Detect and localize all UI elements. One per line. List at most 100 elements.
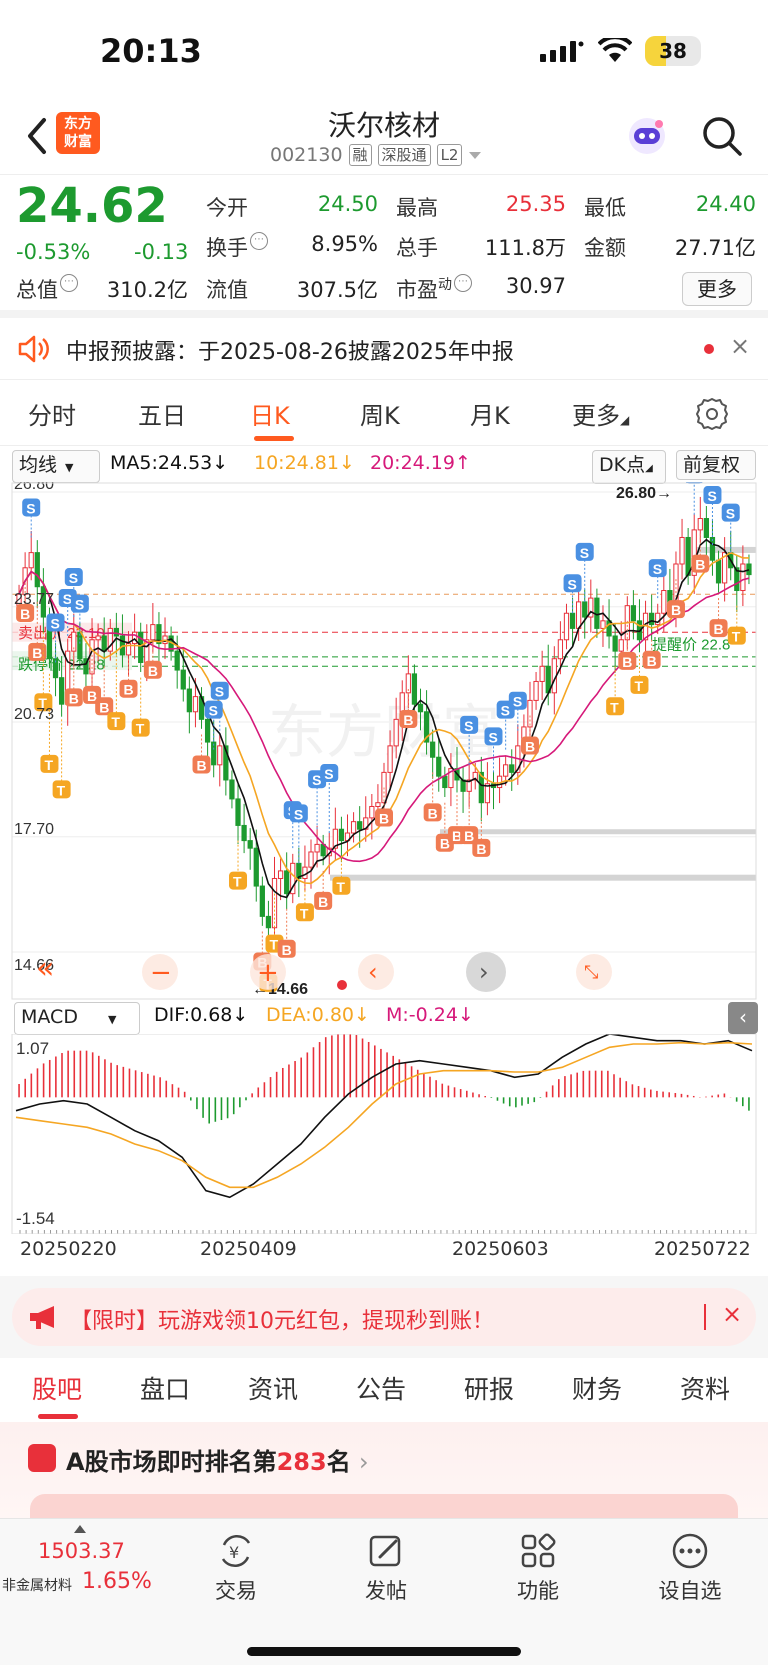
gear-icon[interactable] [694, 396, 730, 432]
date-label: 20250722 [654, 1238, 751, 1260]
macd-border [11, 1034, 757, 1234]
ai-assistant-icon[interactable] [625, 114, 669, 158]
more-button[interactable]: 更多 [682, 272, 752, 306]
nav-functions[interactable]: 功能 [488, 1531, 588, 1605]
candle-body [338, 828, 345, 842]
macd-chart[interactable]: 1.07 -1.54 [0, 1034, 768, 1234]
info-icon: ⋯ [454, 274, 472, 292]
speaker-icon [18, 335, 49, 363]
mktcap-value: 310.2亿 [106, 278, 188, 302]
tab-more-label: 更多 [572, 402, 620, 430]
candle-body [393, 718, 399, 747]
megaphone-icon [30, 1306, 54, 1329]
active-tab-underline [38, 1414, 78, 1419]
candle-body [509, 764, 515, 773]
tab-research[interactable]: 研报 [464, 1370, 514, 1406]
tab-forum[interactable]: 股吧 [32, 1370, 82, 1406]
candle-body [430, 741, 436, 758]
notice-bar[interactable]: 中报预披露：于2025-08-26披露2025年中报 × [0, 318, 768, 380]
trade-mark-letter: T [270, 937, 279, 953]
open-label: 今开 [206, 196, 248, 220]
more-dots-icon [672, 1533, 708, 1569]
notice-close-button[interactable]: × [730, 332, 750, 360]
tab-more[interactable]: 更多◢ [572, 396, 629, 431]
sub-indicator-selector[interactable]: MACD ▼ [14, 1002, 140, 1035]
promo-banner[interactable]: 【限时】玩游戏领10元红包，提现秒到账！ × [12, 1288, 756, 1346]
stock-code: 002130 [270, 144, 343, 166]
candle-body [369, 805, 375, 819]
tab-five-day[interactable]: 五日 [138, 396, 186, 431]
trade-mark-letter: B [647, 653, 657, 669]
candle-body [527, 699, 533, 728]
trade-mark-letter: T [233, 874, 242, 890]
adjust-button[interactable]: 前复权 [676, 450, 756, 480]
collapse-panel-button[interactable]: ‹ [728, 1002, 758, 1034]
market-rank-card[interactable]: A股市场即时排名第283名 › [0, 1422, 768, 1524]
trade-mark-letter: T [136, 721, 145, 737]
wifi-icon [598, 38, 632, 62]
candle-body [28, 552, 34, 569]
trade-mark-letter: T [336, 879, 345, 895]
grid-icon [521, 1533, 556, 1568]
candle-body [259, 885, 265, 917]
tab-news[interactable]: 资讯 [248, 1370, 298, 1406]
chart-bars-icon [28, 1444, 56, 1472]
candle-body [715, 559, 722, 584]
trade-mark-letter: B [695, 557, 705, 573]
dropdown-triangle-icon: ▼ [107, 1013, 117, 1026]
trade-mark-letter: B [282, 942, 292, 958]
tab-announcements[interactable]: 公告 [356, 1370, 406, 1406]
chevron-left-icon: ‹ [368, 958, 378, 986]
pe-label[interactable]: 市盈动 ⋯ [396, 274, 472, 304]
trade-mark-letter: S [324, 766, 333, 782]
tab-financials[interactable]: 财务 [572, 1370, 622, 1406]
ma-legend: 均线 ▼ MA5:24.53↓ 10:24.81↓ 20:24.19↑ DK点◢ … [0, 448, 768, 484]
stock-code-line[interactable]: 002130 融 深股通 L2 [270, 144, 482, 166]
candle-body [150, 624, 156, 641]
nav-post[interactable]: 发帖 [336, 1531, 436, 1605]
candle-body [685, 536, 691, 576]
tab-profile[interactable]: 资料 [680, 1370, 730, 1406]
alert-price-label: 提醒价 22.8 [652, 637, 730, 654]
trade-mark-letter: S [63, 591, 72, 607]
tab-weekly-k[interactable]: 周K [360, 396, 400, 431]
tab-daily-k[interactable]: 日K [250, 396, 290, 431]
mktcap-label[interactable]: 总值 ⋯ [16, 274, 78, 304]
rewind-icon[interactable]: « [36, 951, 54, 986]
search-icon[interactable] [700, 114, 744, 158]
kline-period-tabs: 分时 五日 日K 周K 月K 更多◢ [0, 384, 768, 446]
trade-mark-letter: B [403, 712, 413, 728]
candle-body [186, 688, 192, 713]
change-percent: -0.53% [16, 240, 91, 264]
tab-order-book[interactable]: 盘口 [140, 1370, 190, 1406]
candle-body [229, 779, 235, 800]
dea-value: DEA:0.80↓ [266, 1004, 370, 1026]
nav-add-watchlist[interactable]: 设自选 [640, 1531, 740, 1605]
trade-mark-letter: B [318, 894, 328, 910]
macd-lines [15, 1034, 753, 1199]
candle-body [417, 703, 424, 713]
candle-body [630, 605, 637, 622]
trade-mark-letter: S [726, 506, 735, 522]
candle-body [612, 635, 618, 652]
candle-body [740, 563, 746, 592]
kline-chart[interactable]: 东方财富 卖出价 23.10跌停价 22.28提醒价 22.8 SSSSSSSS… [0, 482, 768, 1000]
promo-close-button[interactable]: × [722, 1300, 742, 1328]
float-label: 流值 [206, 278, 248, 302]
candle-body [661, 590, 667, 614]
candle-body [192, 696, 199, 713]
home-indicator [247, 1647, 521, 1656]
tab-intraday[interactable]: 分时 [28, 396, 76, 431]
trade-mark-letter: B [476, 841, 486, 857]
nav-trade[interactable]: ¥ 交易 [186, 1531, 286, 1605]
tab-monthly-k[interactable]: 月K [470, 396, 510, 431]
candle-body [180, 669, 186, 690]
turnover-label[interactable]: 换手 ⋯ [206, 232, 268, 262]
sub-indicator-selector-label: MACD [21, 1006, 78, 1028]
trade-mark-letter: S [513, 694, 522, 710]
candle-body [277, 870, 284, 879]
indicator-selector[interactable]: 均线 ▼ [12, 450, 100, 483]
candle-body [387, 745, 393, 773]
dk-point-selector[interactable]: DK点◢ [592, 450, 666, 484]
content-tabs: 股吧 盘口 资讯 公告 研报 财务 资料 [0, 1358, 768, 1420]
